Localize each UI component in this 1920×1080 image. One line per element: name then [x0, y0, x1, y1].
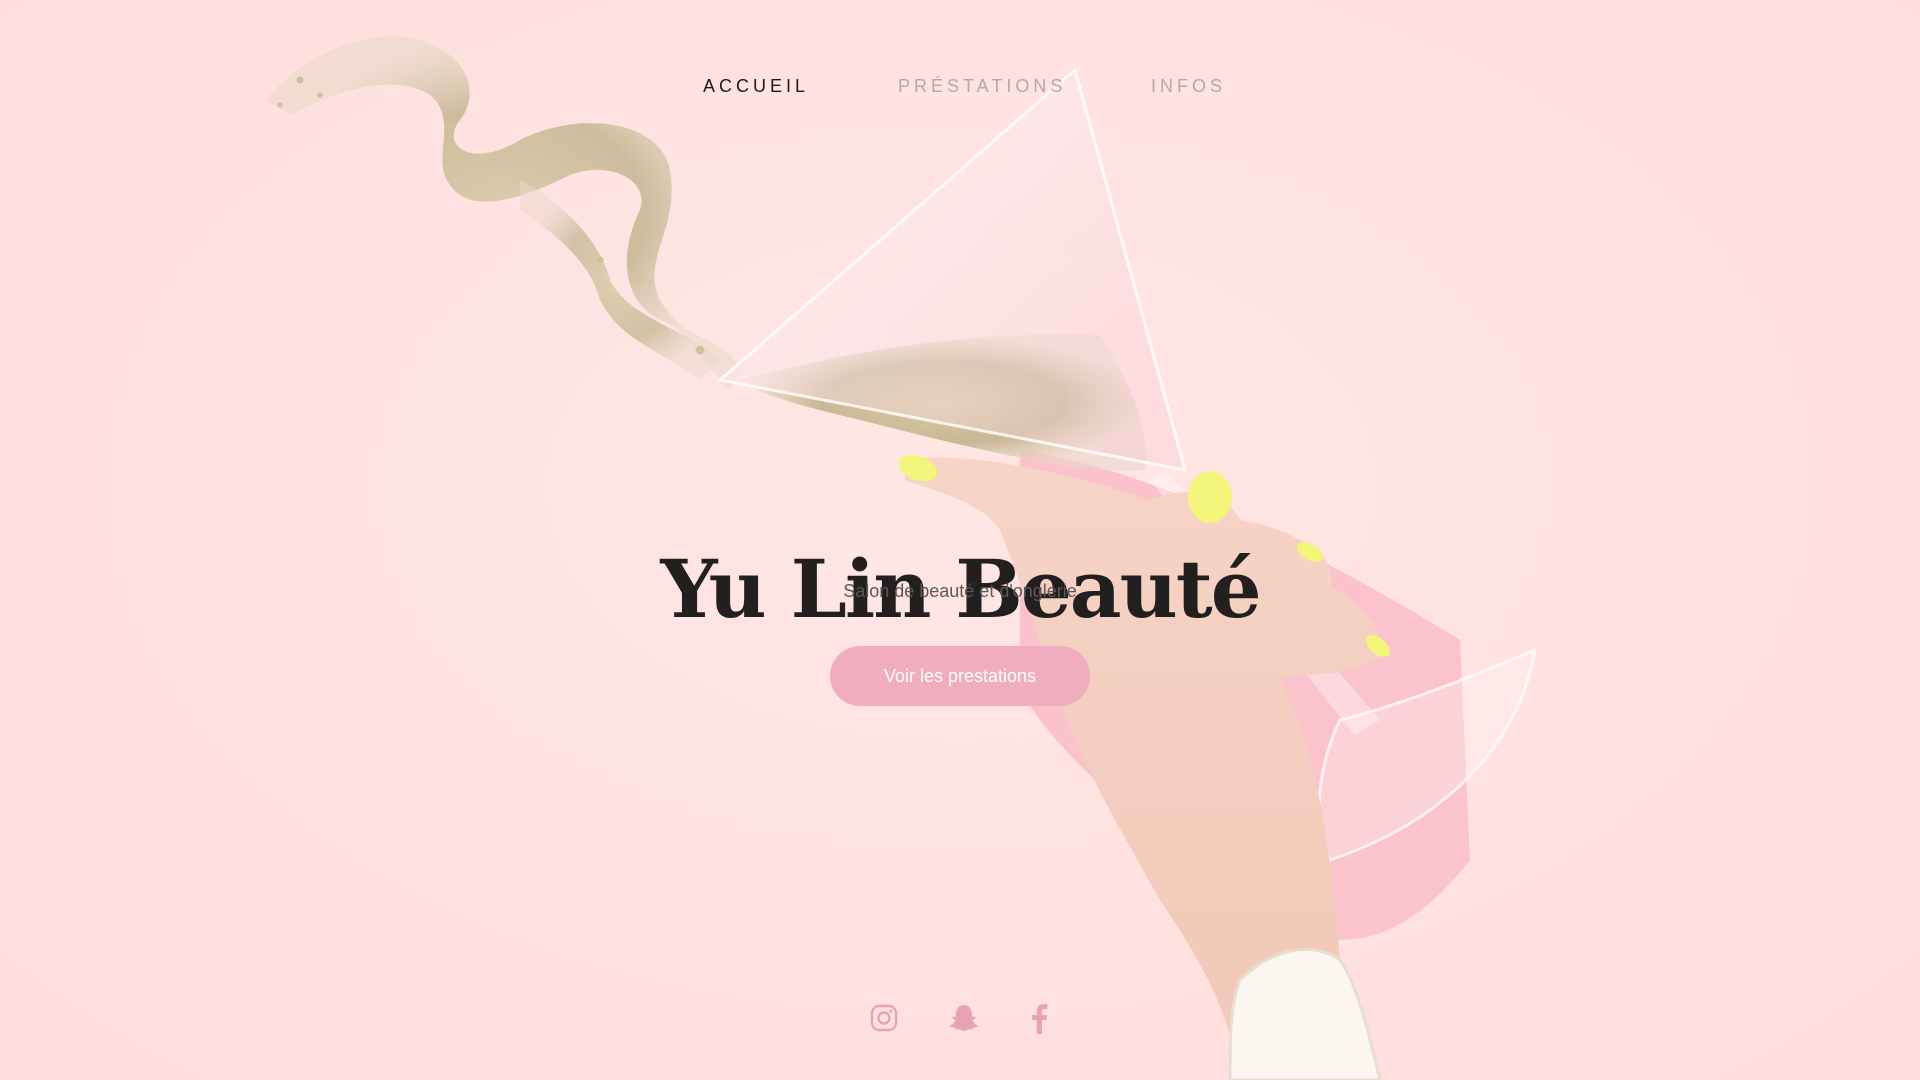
landing-page: ACCUEIL PRÉSTATIONS INFOS Yu Lin Beauté …	[0, 0, 1920, 1080]
facebook-icon[interactable]	[1021, 1000, 1057, 1036]
view-services-button[interactable]: Voir les prestations	[830, 646, 1090, 706]
nav-item-infos[interactable]: INFOS	[1151, 76, 1226, 97]
main-navigation: ACCUEIL PRÉSTATIONS INFOS	[0, 76, 1920, 106]
nav-item-prestations[interactable]: PRÉSTATIONS	[898, 76, 1066, 97]
snapchat-icon[interactable]	[946, 1000, 982, 1036]
instagram-icon[interactable]	[866, 1000, 902, 1036]
nav-item-accueil[interactable]: ACCUEIL	[703, 76, 809, 97]
site-subtitle: Salon de beauté et d'onglerie	[843, 581, 1077, 601]
